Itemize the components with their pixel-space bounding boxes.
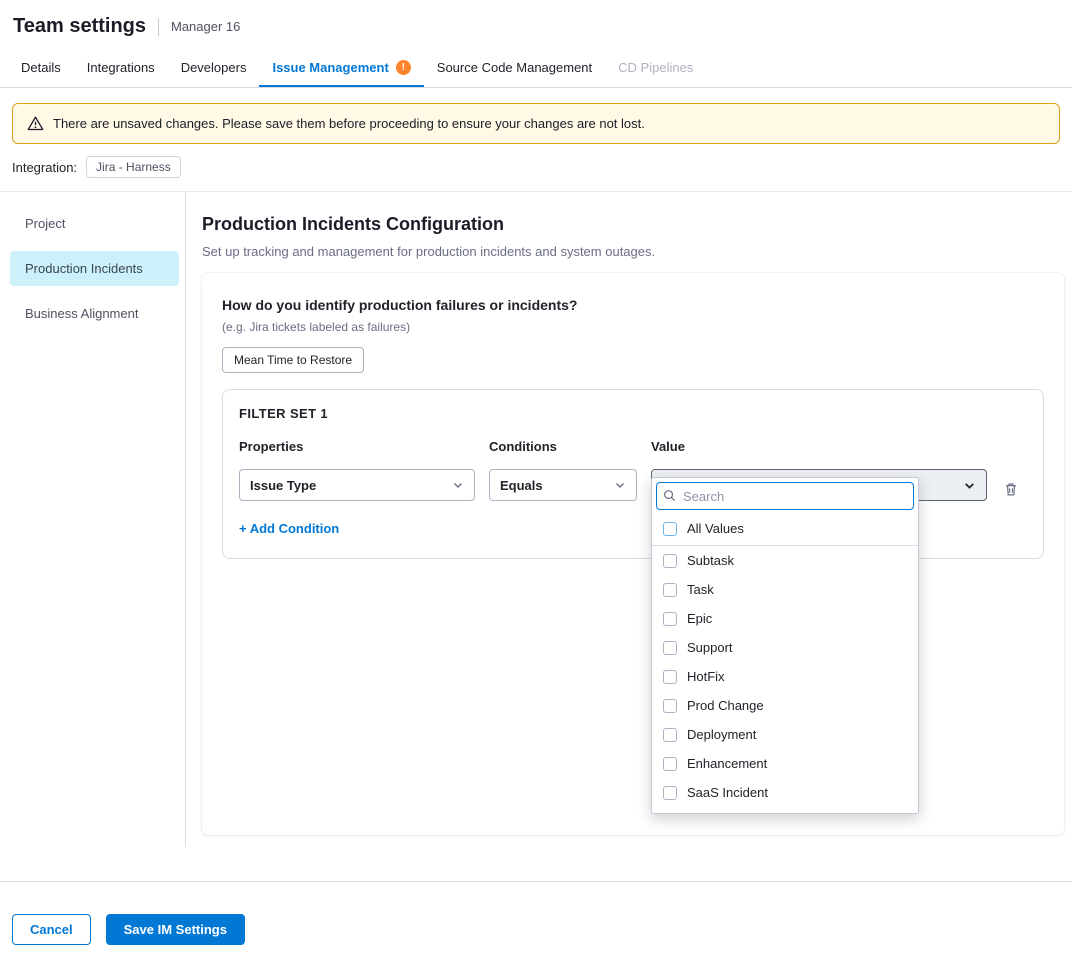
sidebar-item-label: Business Alignment bbox=[25, 306, 138, 321]
settings-sidebar: Project Production Incidents Business Al… bbox=[0, 192, 186, 847]
tab-issue-management[interactable]: Issue Management ! bbox=[259, 49, 423, 87]
page-header: Team settings Manager 16 bbox=[0, 0, 1072, 49]
chevron-down-icon bbox=[614, 479, 626, 491]
section-title: Production Incidents Configuration bbox=[202, 214, 1064, 235]
incidents-config-card: How do you identify production failures … bbox=[202, 273, 1064, 835]
option-subtask[interactable]: Subtask bbox=[652, 546, 918, 575]
checkbox[interactable] bbox=[663, 554, 677, 568]
option-label: Subtask bbox=[687, 553, 734, 568]
option-support[interactable]: Support bbox=[652, 633, 918, 662]
team-context-label: Manager 16 bbox=[158, 18, 240, 36]
property-select[interactable]: Issue Type bbox=[239, 469, 475, 501]
search-icon bbox=[663, 489, 676, 502]
main-panel: Production Incidents Configuration Set u… bbox=[186, 192, 1072, 847]
option-hotfix[interactable]: HotFix bbox=[652, 662, 918, 691]
tab-details[interactable]: Details bbox=[8, 49, 74, 87]
checkbox[interactable] bbox=[663, 612, 677, 626]
dropdown-search-wrap bbox=[652, 478, 918, 514]
value-dropdown-panel: All Values Subtask Task bbox=[651, 477, 919, 814]
option-label: Enhancement bbox=[687, 756, 767, 771]
tab-label: Source Code Management bbox=[437, 60, 592, 75]
checkbox[interactable] bbox=[663, 522, 677, 536]
option-customer-notification[interactable]: Customer Notification bbox=[652, 807, 918, 814]
tab-integrations[interactable]: Integrations bbox=[74, 49, 168, 87]
option-label: Deployment bbox=[687, 727, 756, 742]
settings-tabbar: Details Integrations Developers Issue Ma… bbox=[0, 49, 1072, 88]
chevron-down-icon bbox=[452, 479, 464, 491]
tab-cd-pipelines: CD Pipelines bbox=[605, 49, 706, 87]
cancel-button[interactable]: Cancel bbox=[12, 914, 91, 945]
page-title: Team settings bbox=[13, 15, 146, 38]
banner-message: There are unsaved changes. Please save t… bbox=[53, 116, 645, 131]
sidebar-item-project[interactable]: Project bbox=[10, 206, 179, 241]
tab-label: Issue Management bbox=[272, 60, 388, 75]
tab-source-code-management[interactable]: Source Code Management bbox=[424, 49, 605, 87]
filter-row: Properties Issue Type Conditions Equals bbox=[239, 439, 1027, 503]
column-label-properties: Properties bbox=[239, 439, 475, 454]
column-label-value: Value bbox=[651, 439, 987, 454]
option-label: All Values bbox=[687, 521, 744, 536]
integration-row: Integration: Jira - Harness bbox=[12, 156, 1060, 178]
sidebar-item-production-incidents[interactable]: Production Incidents bbox=[10, 251, 179, 286]
checkbox[interactable] bbox=[663, 728, 677, 742]
option-epic[interactable]: Epic bbox=[652, 604, 918, 633]
sidebar-item-business-alignment[interactable]: Business Alignment bbox=[10, 296, 179, 331]
footer-spacer bbox=[0, 847, 1072, 881]
checkbox[interactable] bbox=[663, 699, 677, 713]
sidebar-item-label: Production Incidents bbox=[25, 261, 143, 276]
option-deployment[interactable]: Deployment bbox=[652, 720, 918, 749]
page-footer: Cancel Save IM Settings bbox=[0, 881, 1072, 959]
condition-select[interactable]: Equals bbox=[489, 469, 637, 501]
chevron-down-icon bbox=[963, 479, 976, 492]
metric-chip-mean-time-to-restore[interactable]: Mean Time to Restore bbox=[222, 347, 364, 373]
option-prod-change[interactable]: Prod Change bbox=[652, 691, 918, 720]
checkbox[interactable] bbox=[663, 757, 677, 771]
save-im-settings-button[interactable]: Save IM Settings bbox=[106, 914, 245, 945]
option-saas-incident[interactable]: SaaS Incident bbox=[652, 778, 918, 807]
integration-chip[interactable]: Jira - Harness bbox=[86, 156, 181, 178]
sidebar-item-label: Project bbox=[25, 216, 65, 231]
option-label: Epic bbox=[687, 611, 712, 626]
property-select-value: Issue Type bbox=[250, 478, 316, 493]
add-condition-button[interactable]: + Add Condition bbox=[239, 521, 339, 536]
unsaved-changes-banner: There are unsaved changes. Please save t… bbox=[12, 103, 1060, 144]
condition-select-value: Equals bbox=[500, 478, 543, 493]
option-label: Support bbox=[687, 640, 733, 655]
delete-filter-row-button[interactable] bbox=[1001, 479, 1021, 503]
checkbox[interactable] bbox=[663, 583, 677, 597]
option-task[interactable]: Task bbox=[652, 575, 918, 604]
checkbox[interactable] bbox=[663, 670, 677, 684]
section-subtitle: Set up tracking and management for produ… bbox=[202, 244, 1064, 259]
option-enhancement[interactable]: Enhancement bbox=[652, 749, 918, 778]
checkbox[interactable] bbox=[663, 786, 677, 800]
integration-label: Integration: bbox=[12, 160, 77, 175]
warning-icon bbox=[27, 115, 44, 132]
tab-developers[interactable]: Developers bbox=[168, 49, 260, 87]
option-label: HotFix bbox=[687, 669, 725, 684]
config-question: How do you identify production failures … bbox=[222, 297, 1044, 313]
content-area: Project Production Incidents Business Al… bbox=[0, 191, 1072, 847]
tab-label: Integrations bbox=[87, 60, 155, 75]
tab-label: Developers bbox=[181, 60, 247, 75]
option-all-values[interactable]: All Values bbox=[652, 514, 918, 546]
dropdown-search-input[interactable] bbox=[656, 482, 914, 510]
checkbox[interactable] bbox=[663, 641, 677, 655]
tab-label: CD Pipelines bbox=[618, 60, 693, 75]
option-label: Task bbox=[687, 582, 714, 597]
config-hint: (e.g. Jira tickets labeled as failures) bbox=[222, 320, 1044, 334]
filter-set-title: FILTER SET 1 bbox=[239, 406, 1027, 421]
option-label: SaaS Incident bbox=[687, 785, 768, 800]
trash-icon bbox=[1003, 481, 1019, 498]
unsaved-changes-badge-icon: ! bbox=[396, 60, 411, 75]
column-label-conditions: Conditions bbox=[489, 439, 637, 454]
option-label: Prod Change bbox=[687, 698, 764, 713]
tab-label: Details bbox=[21, 60, 61, 75]
filter-set-1: FILTER SET 1 Properties Issue Type Condi… bbox=[222, 389, 1044, 559]
